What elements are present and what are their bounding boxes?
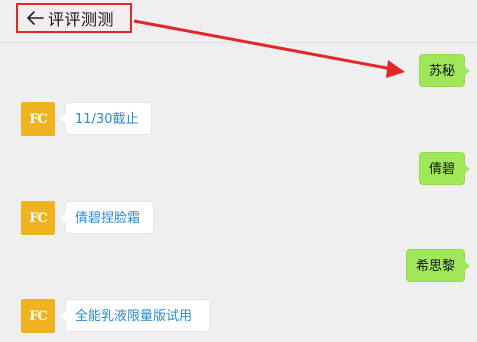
avatar[interactable]: FC [21,102,55,136]
message-bubble-sent[interactable]: 希思黎 [406,249,471,282]
avatar[interactable]: FC [21,201,55,235]
message-bubble-sent[interactable]: 苏秘 [419,54,471,87]
chat-header: 评评测测 [0,0,477,43]
message-bubble-sent[interactable]: 倩碧 [419,152,471,185]
title-highlight-box: 评评测测 [16,3,132,33]
arrow-left-icon[interactable] [24,7,46,29]
annotation-arrow [133,19,405,78]
avatar[interactable]: FC [21,299,55,333]
avatar-initials: FC [29,111,48,127]
avatar-initials: FC [29,308,48,324]
avatar-initials: FC [29,210,48,226]
message-bubble-received[interactable]: 倩碧捏脸霜 [60,201,154,234]
message-bubble-received[interactable]: 全能乳液限量版试用 [60,299,211,332]
message-bubble-received[interactable]: 11/30截止 [60,102,152,135]
chat-title: 评评测测 [48,10,115,29]
